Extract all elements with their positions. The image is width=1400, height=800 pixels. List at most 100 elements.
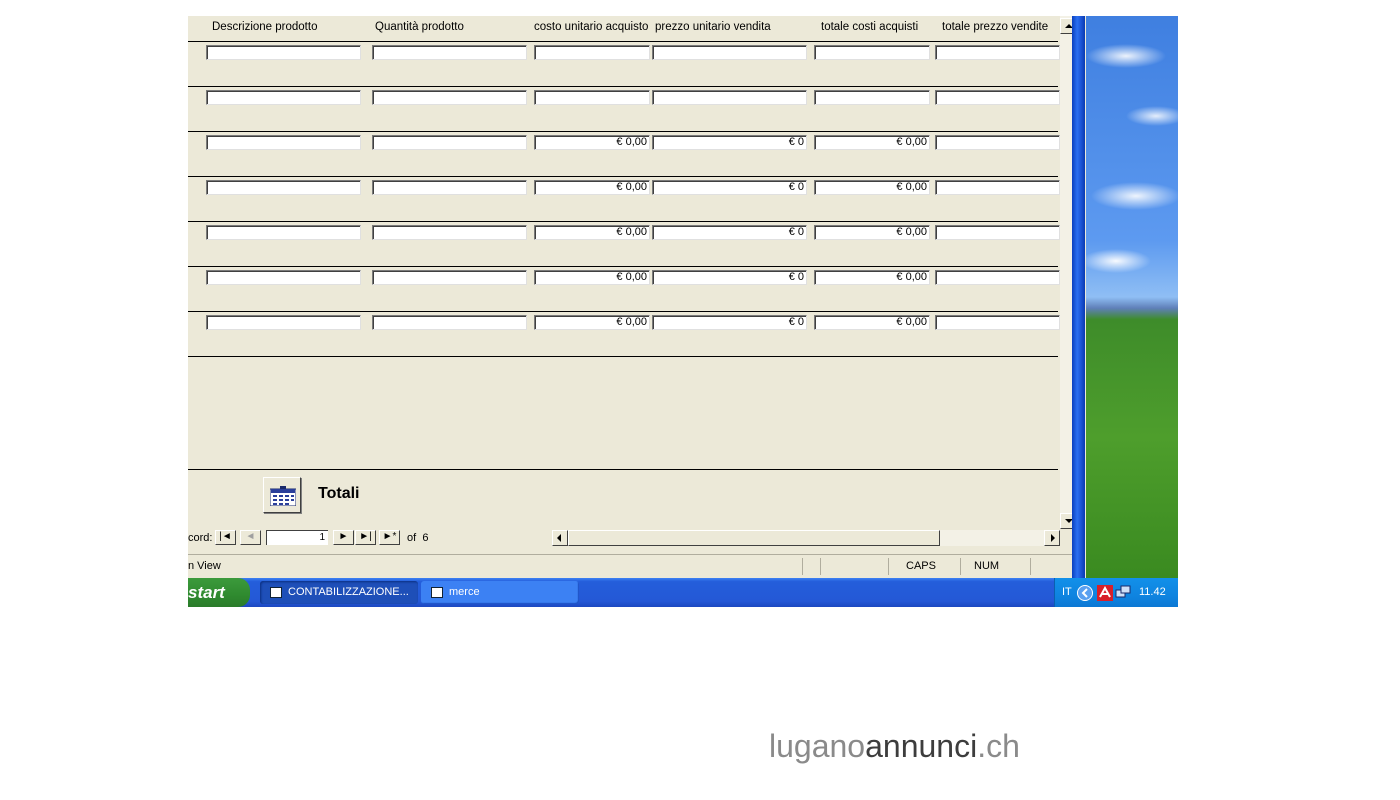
arrow-left-icon [557,534,561,542]
quantita-field[interactable] [372,135,527,150]
scroll-right-button[interactable] [1044,530,1060,546]
totale-prezzo-field[interactable] [935,45,1060,60]
totale-costi-field[interactable]: € 0,00 [814,225,930,240]
descrizione-field[interactable] [206,135,361,150]
quantita-field[interactable] [372,180,527,195]
system-tray: IT 11.42 [1054,578,1178,607]
totale-costi-field[interactable] [814,90,930,105]
prezzo-unitario-field[interactable] [652,45,807,60]
access-window: Descrizione prodotto Quantità prodotto c… [188,16,1085,579]
network-icon[interactable] [1115,585,1131,601]
horizontal-scrollbar[interactable] [552,530,1060,546]
totali-button[interactable] [263,477,301,513]
taskbar: start CONTABILIZZAZIONE... merce IT 11.4… [188,578,1178,607]
totale-prezzo-field[interactable] [935,90,1060,105]
arrow-right-icon [1051,534,1055,542]
status-bar: n View CAPS NUM [188,554,1072,579]
logo-part: lugano [769,728,866,764]
costo-unitario-field[interactable]: € 0,00 [534,135,650,150]
row-divider [188,131,1058,132]
descrizione-field[interactable] [206,315,361,330]
window-frame-right [1072,16,1085,578]
totali-label: Totali [318,485,360,502]
quantita-field[interactable] [372,45,527,60]
clock: 11.42 [1139,586,1166,598]
first-record-button[interactable]: |◄ [215,530,236,545]
descrizione-field[interactable] [206,180,361,195]
status-divider [802,558,803,575]
totale-prezzo-field[interactable] [935,315,1060,330]
costo-unitario-field[interactable]: € 0,00 [534,180,650,195]
footer-divider [188,469,1058,470]
row-divider [188,41,1058,42]
totale-costi-field[interactable] [814,45,930,60]
totale-prezzo-field[interactable] [935,270,1060,285]
prezzo-unitario-field[interactable]: € 0 [652,315,807,330]
descrizione-field[interactable] [206,270,361,285]
logo-part: annunci [865,728,978,764]
totale-costi-field[interactable]: € 0,00 [814,180,930,195]
row-divider [188,266,1058,267]
status-divider [960,558,961,575]
row-divider [188,311,1058,312]
status-divider [888,558,889,575]
totale-costi-field[interactable]: € 0,00 [814,270,930,285]
status-divider [1030,558,1031,575]
totale-prezzo-field[interactable] [935,225,1060,240]
record-label: cord: [188,532,213,544]
col-header-quantita: Quantità prodotto [375,21,464,33]
descrizione-field[interactable] [206,90,361,105]
col-header-totale-costi: totale costi acquisti [821,21,919,33]
language-indicator[interactable]: IT [1062,586,1072,598]
calculator-icon [270,486,296,506]
new-record-button[interactable]: ►* [379,530,400,545]
chevron-left-icon[interactable] [1077,585,1093,601]
antivirus-icon[interactable] [1097,585,1113,601]
descrizione-field[interactable] [206,225,361,240]
totale-prezzo-field[interactable] [935,180,1060,195]
costo-unitario-field[interactable] [534,45,650,60]
col-header-prezzo-unitario: prezzo unitario vendita [655,21,771,33]
form-icon [431,587,443,598]
record-number-input[interactable]: 1 [266,530,328,545]
prezzo-unitario-field[interactable]: € 0 [652,135,807,150]
totale-costi-field[interactable]: € 0,00 [814,315,930,330]
costo-unitario-field[interactable]: € 0,00 [534,315,650,330]
record-of-label: of 6 [407,532,428,544]
row-divider [188,356,1058,357]
totale-costi-field[interactable]: € 0,00 [814,135,930,150]
row-divider [188,86,1058,87]
desktop-screen: Descrizione prodotto Quantità prodotto c… [188,16,1178,607]
previous-record-button[interactable]: ◄ [240,530,261,545]
prezzo-unitario-field[interactable]: € 0 [652,270,807,285]
desktop-wallpaper [1086,16,1178,578]
totale-prezzo-field[interactable] [935,135,1060,150]
scroll-left-button[interactable] [552,530,568,546]
start-label: start [188,583,225,602]
taskbar-item-contabilizzazione[interactable]: CONTABILIZZAZIONE... [260,581,418,604]
last-record-button[interactable]: ►| [355,530,376,545]
costo-unitario-field[interactable] [534,90,650,105]
num-indicator: NUM [974,560,1000,572]
horizontal-scroll-thumb[interactable] [568,530,940,546]
quantita-field[interactable] [372,315,527,330]
quantita-field[interactable] [372,270,527,285]
merce-form: Descrizione prodotto Quantità prodotto c… [188,16,1060,544]
prezzo-unitario-field[interactable]: € 0 [652,225,807,240]
start-button[interactable]: start [188,578,250,607]
quantita-field[interactable] [372,90,527,105]
row-divider [188,176,1058,177]
prezzo-unitario-field[interactable] [652,90,807,105]
prezzo-unitario-field[interactable]: € 0 [652,180,807,195]
next-record-button[interactable]: ► [333,530,354,545]
costo-unitario-field[interactable]: € 0,00 [534,270,650,285]
taskbar-item-merce[interactable]: merce [421,581,579,604]
row-divider [188,221,1058,222]
access-database-icon [270,587,282,598]
record-navigation: cord: |◄ ◄ 1 ► ►| ►* of 6 [188,529,1060,547]
quantita-field[interactable] [372,225,527,240]
descrizione-field[interactable] [206,45,361,60]
status-view-text: n View [188,560,221,572]
costo-unitario-field[interactable]: € 0,00 [534,225,650,240]
watermark-logo: luganoannunci.ch [769,728,1020,765]
